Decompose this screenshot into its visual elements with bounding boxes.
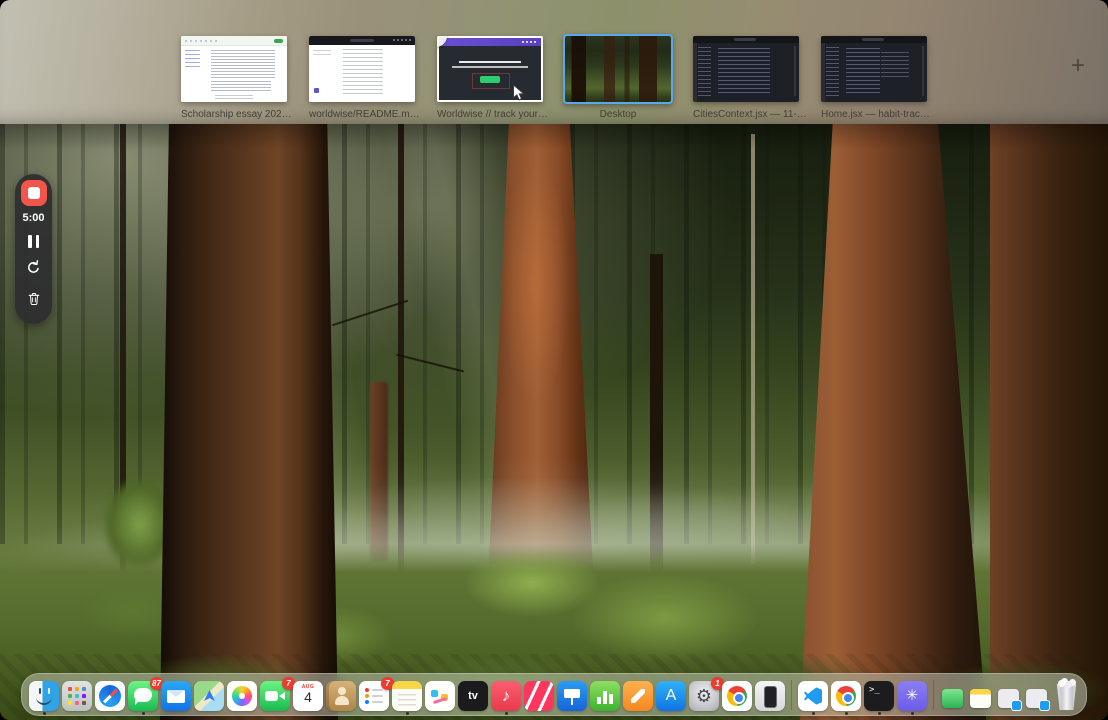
screen-studio-icon[interactable]: ✳ [897,681,927,715]
starburst-glyph: ✳ [905,687,919,704]
space-label: worldwise/README.m… [309,109,420,120]
space-desktop-selected: Desktop [563,34,673,120]
thumbnail-preview [437,36,543,102]
reminders-icon[interactable]: 7 [359,677,394,711]
macos-desktop-mission-control: Scholarship essay 202… worldwise/README.… [0,0,1108,720]
messages-icon[interactable]: 87 [128,677,163,715]
trash-icon[interactable] [1054,680,1079,710]
thumbnail-preview [309,36,415,102]
space-thumbnail-code-editor[interactable] [821,36,927,102]
running-indicator [504,712,508,715]
thumbnail-preview [693,36,799,102]
thumbnail-preview [181,36,287,102]
thumbnail-preview [565,36,671,102]
running-indicator [811,712,815,715]
terminal-icon[interactable]: >_ [864,681,894,715]
delete-recording-button[interactable] [26,290,42,312]
finder-icon[interactable] [29,681,59,715]
music-note-glyph: ♪ [501,686,511,705]
safari-icon[interactable] [95,681,125,711]
space-thumbnail-desktop[interactable] [563,34,673,104]
minimized-green-window[interactable] [942,689,963,708]
notes-icon[interactable] [392,681,422,715]
calendar-day: 4 [304,689,312,705]
space-home-jsx: Home.jsx — habit-trac… [821,36,930,120]
music-icon[interactable]: ♪ [491,681,521,715]
freeform-icon[interactable] [425,681,455,711]
stop-recording-button[interactable] [20,180,47,206]
mouse-cursor [511,83,526,102]
space-citiescontext: CitiesContext.jsx — 11-… [693,36,807,120]
dock-separator [933,680,934,710]
wallpaper-layer [500,164,570,404]
system-settings-icon[interactable]: ⚙ 1 [689,677,724,711]
recording-timer: 5:00 [22,212,45,224]
pause-recording-button[interactable] [28,235,39,248]
apple-tv-icon[interactable]: tv [458,681,488,711]
mission-control-band: Scholarship essay 202… worldwise/README.… [0,0,1108,124]
desktop-wallpaper [0,124,1108,720]
space-label: Scholarship essay 202… [181,109,292,120]
app-store-icon[interactable]: A [656,681,686,711]
space-label: Desktop [599,109,637,120]
running-indicator [42,712,46,715]
numbers-icon[interactable] [590,681,620,711]
facetime-icon[interactable]: 7 [260,677,295,711]
running-indicator [910,712,914,715]
wallpaper-layer [0,124,1108,150]
minimized-notes-window[interactable] [970,689,991,708]
iphone-mirroring-icon[interactable] [755,681,785,711]
chrome-icon[interactable] [831,681,861,715]
launchpad-icon[interactable] [62,681,92,711]
sequoia-trunk [990,124,1108,720]
space-readme: worldwise/README.m… [309,36,420,120]
minimized-vscode-window[interactable] [998,689,1021,710]
minimized-vscode-window[interactable] [1026,689,1049,710]
maps-icon[interactable] [194,681,224,711]
space-thumbnail-browser[interactable] [309,36,415,102]
chrome-icon[interactable] [722,681,752,711]
tv-glyph: tv [468,690,478,702]
running-indicator [877,712,881,715]
running-indicator [844,712,848,715]
calendar-icon[interactable]: AUG 4 [293,681,323,711]
keynote-icon[interactable] [557,681,587,711]
gear-glyph: ⚙ [695,686,713,706]
running-indicator [141,712,145,715]
vscode-icon[interactable] [798,681,828,715]
space-worldwise: Worldwise // track your… [437,36,548,120]
news-icon[interactable] [524,681,554,711]
space-thumbnail-document[interactable] [181,36,287,102]
contacts-icon[interactable] [326,681,356,711]
terminal-prompt-glyph: >_ [869,685,880,695]
thumbnail-preview [821,36,927,102]
appstore-glyph: A [665,687,677,704]
add-desktop-button[interactable]: + [1064,52,1092,80]
spaces-row: Scholarship essay 202… worldwise/README.… [181,34,930,120]
sequoia-trunk [160,124,338,720]
space-label: Home.jsx — habit-trac… [821,109,930,120]
mail-icon[interactable] [161,681,191,711]
space-thumbnail-code-editor[interactable] [693,36,799,102]
running-indicator [405,712,409,715]
space-label: Worldwise // track your… [437,109,548,120]
screen-recording-widget: 5:00 [15,174,52,324]
restart-recording-button[interactable] [25,259,42,281]
space-label: CitiesContext.jsx — 11-… [693,109,807,120]
dock: 87 7 AUG 4 7 tv ♪ A ⚙ 1 >_ ✳ [21,673,1087,716]
photos-icon[interactable] [227,681,257,711]
space-scholarship-essay: Scholarship essay 202… [181,36,292,120]
dock-separator [791,680,792,710]
pages-icon[interactable] [623,681,653,711]
space-thumbnail-worldwise[interactable] [437,36,543,102]
